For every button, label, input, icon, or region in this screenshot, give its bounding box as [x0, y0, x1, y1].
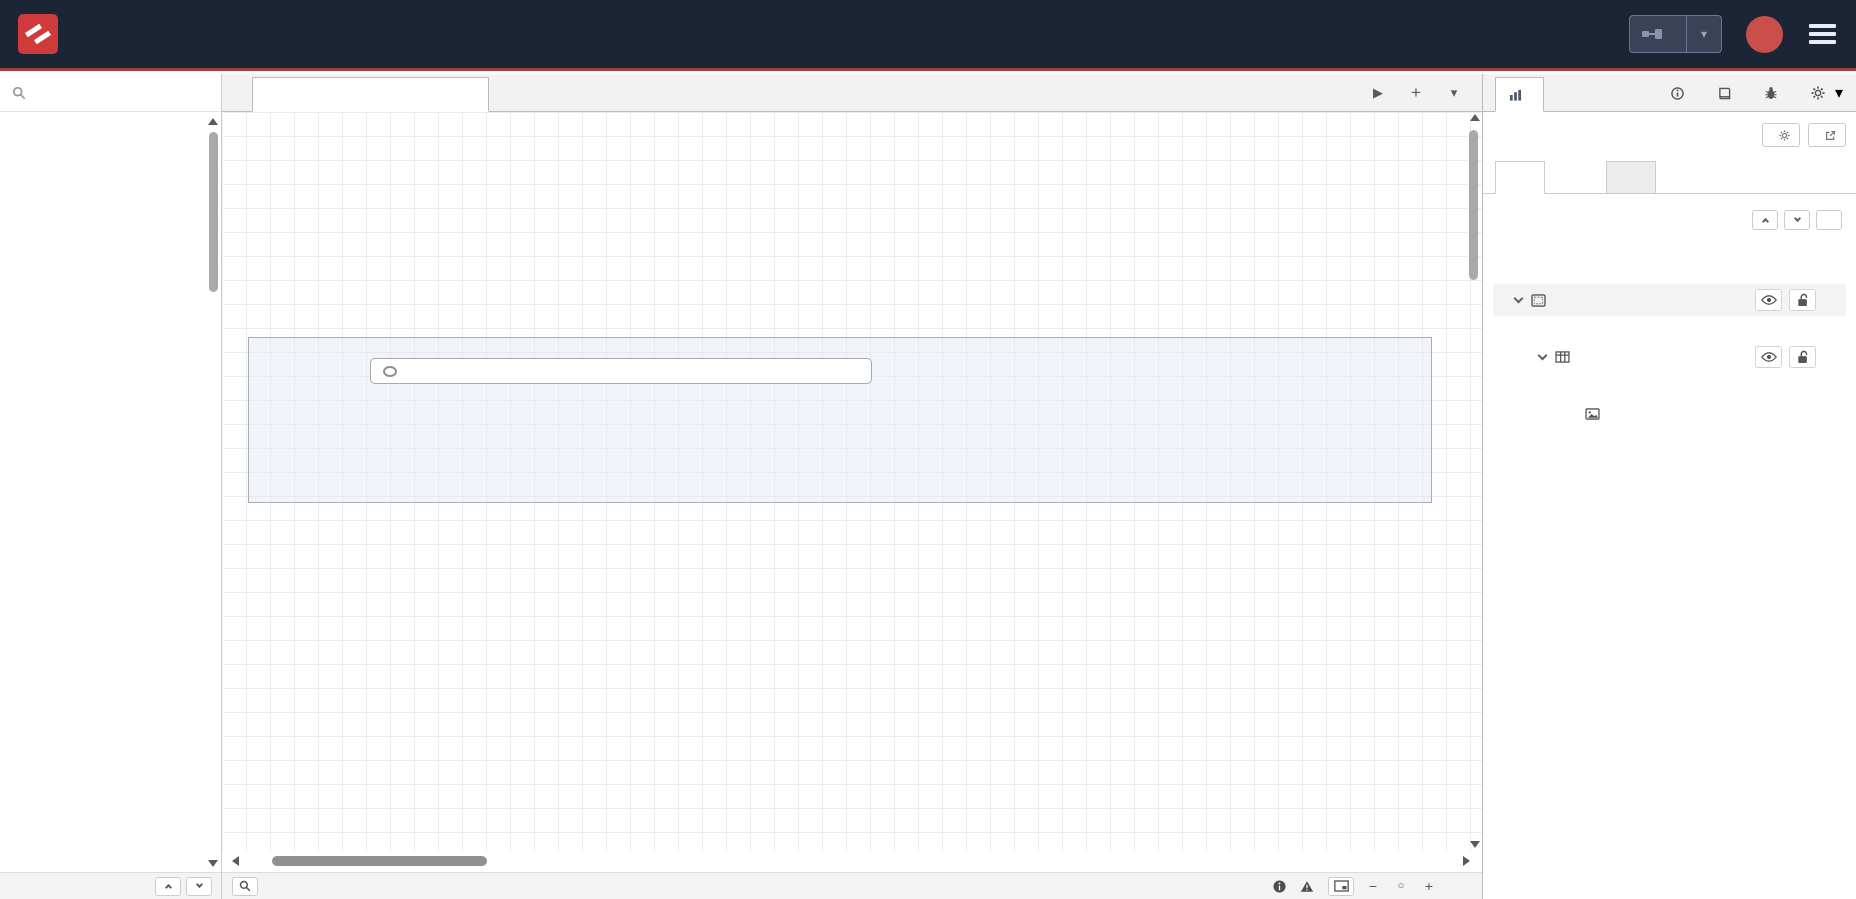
- canvas-footer: − ○ +: [222, 872, 1482, 899]
- node-red-logo-icon: [18, 14, 58, 54]
- gear-icon: [1811, 86, 1825, 100]
- dashboard-sidebar-tabs: [1483, 158, 1856, 194]
- flow-list-button[interactable]: ▾: [1442, 81, 1466, 105]
- info-count[interactable]: [1273, 879, 1290, 893]
- eye-icon: [1760, 295, 1777, 305]
- flow-node-comment[interactable]: [370, 358, 872, 384]
- sidebar: ▾: [1482, 74, 1856, 899]
- tab-theming[interactable]: [1606, 161, 1656, 194]
- node-palette: [0, 74, 222, 899]
- zoom-search-button[interactable]: [232, 876, 258, 896]
- chevron-down-icon[interactable]: [1513, 293, 1524, 304]
- palette-footer: [0, 872, 221, 899]
- collapse-categories-button[interactable]: [155, 876, 181, 896]
- palette-search: [0, 74, 221, 112]
- canvas-hscroll-thumb[interactable]: [272, 856, 487, 866]
- unlock-icon: [1797, 350, 1807, 363]
- bar-chart-icon: [1509, 89, 1522, 101]
- page-icon: [1531, 293, 1546, 307]
- eye-icon: [1760, 352, 1777, 362]
- info-circle-icon: [1273, 879, 1286, 893]
- canvas-horizontal-scrollbar[interactable]: [222, 850, 1482, 872]
- main-menu-button[interactable]: [1807, 20, 1838, 48]
- table-icon: [1555, 351, 1570, 363]
- flow-canvas[interactable]: [222, 112, 1482, 850]
- config-nodes-button[interactable]: [1808, 82, 1828, 104]
- sidebar-header: ▾: [1483, 74, 1856, 112]
- docs-button[interactable]: [1714, 82, 1734, 104]
- palette-filter-input[interactable]: [34, 84, 184, 101]
- chevron-down-icon[interactable]: [1537, 350, 1548, 361]
- magnifier-icon: [239, 880, 251, 892]
- tree-row-widget-scheduled-maintenance[interactable]: [1493, 398, 1846, 430]
- tree-row-page-home[interactable]: [1493, 284, 1846, 316]
- node-red-app: ▾ ▶ + ▾ − ○ + ▾: [0, 0, 1856, 899]
- bug-icon: [1765, 87, 1777, 99]
- expand-categories-button[interactable]: [186, 876, 212, 896]
- user-avatar[interactable]: [1746, 15, 1783, 53]
- tab-scroll-right-button[interactable]: ▶: [1366, 81, 1390, 105]
- page-lock-button[interactable]: [1789, 289, 1816, 311]
- dashboard-toolbar: [1483, 112, 1856, 156]
- deploy-icon: [1642, 29, 1662, 39]
- workspace-tabbar: ▶ + ▾: [222, 74, 1482, 112]
- info-button[interactable]: [1667, 82, 1687, 104]
- minimap-icon: [1333, 880, 1349, 892]
- deploy-options-caret[interactable]: ▾: [1687, 27, 1721, 41]
- zoom-reset-button[interactable]: ○: [1392, 877, 1410, 895]
- zoom-in-button[interactable]: +: [1420, 877, 1438, 895]
- deploy-button[interactable]: ▾: [1629, 15, 1722, 53]
- tab-layout[interactable]: [1495, 161, 1545, 194]
- palette-scrollbar-thumb[interactable]: [209, 132, 218, 292]
- layout-tree: [1483, 260, 1856, 430]
- search-icon: [12, 86, 26, 99]
- header: ▾: [0, 0, 1856, 71]
- palette-scrollbar[interactable]: [208, 118, 219, 867]
- pages-help-text: [1483, 234, 1835, 260]
- unlock-icon: [1797, 293, 1807, 306]
- group-lock-button[interactable]: [1789, 346, 1816, 368]
- comment-icon: [383, 365, 397, 377]
- workspace-tab-server-3[interactable]: [252, 77, 489, 112]
- sidebar-options-caret[interactable]: ▾: [1835, 74, 1843, 112]
- collapse-all-button[interactable]: [1752, 210, 1778, 230]
- canvas-vertical-scrollbar[interactable]: [1468, 114, 1481, 848]
- gear-icon: [1779, 129, 1790, 141]
- warning-triangle-icon: [1300, 880, 1314, 892]
- info-icon: [1670, 86, 1684, 100]
- image-icon: [1585, 408, 1600, 420]
- add-page-button[interactable]: [1816, 210, 1842, 230]
- open-dashboard-button[interactable]: [1808, 123, 1846, 147]
- group-visibility-button[interactable]: [1755, 346, 1782, 368]
- edit-settings-button[interactable]: [1762, 123, 1800, 147]
- external-link-icon: [1825, 130, 1836, 140]
- workspace: ▶ + ▾ − ○ +: [222, 74, 1482, 899]
- minimap-toggle-button[interactable]: [1328, 876, 1354, 896]
- canvas-vscroll-thumb[interactable]: [1469, 130, 1478, 280]
- pages-header: [1483, 194, 1856, 234]
- sidebar-tab-dashboard[interactable]: [1495, 77, 1544, 112]
- expand-all-button[interactable]: [1784, 210, 1810, 230]
- add-flow-button[interactable]: +: [1404, 81, 1428, 105]
- warning-count[interactable]: [1300, 880, 1318, 893]
- page-visibility-button[interactable]: [1755, 289, 1782, 311]
- tree-row-group-maintenance[interactable]: [1493, 341, 1846, 373]
- zoom-out-button[interactable]: −: [1364, 877, 1382, 895]
- debug-messages-button[interactable]: [1761, 82, 1781, 104]
- book-icon: [1718, 87, 1730, 99]
